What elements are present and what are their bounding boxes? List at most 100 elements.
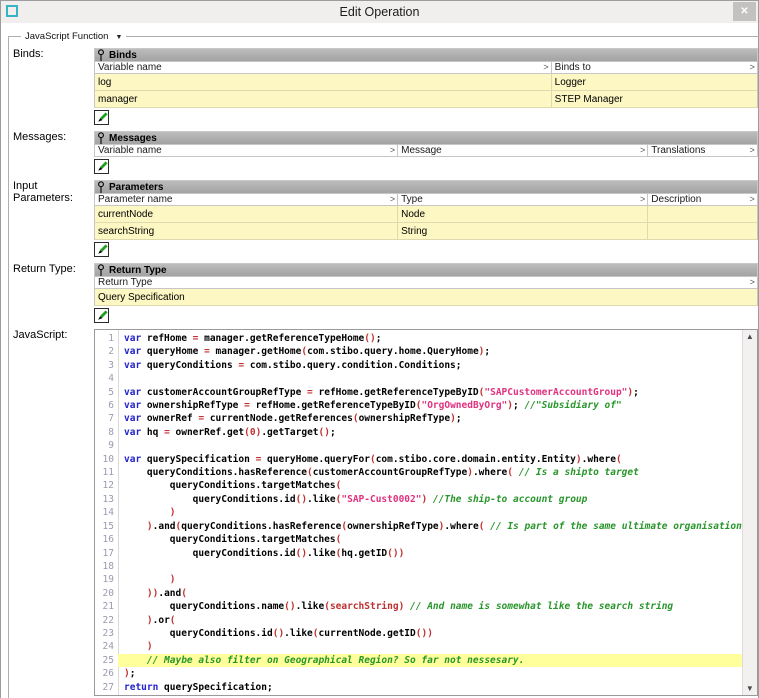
column-header-variable-name[interactable]: Variable name > [95, 145, 398, 156]
table-cell[interactable]: String [398, 223, 648, 239]
code-line-text: queryConditions.targetMatches( [118, 479, 742, 492]
table-cell[interactable]: log [95, 74, 552, 90]
input-parameters-table: ParametersParameter name>Type>Descriptio… [94, 180, 758, 257]
scrollbar-down-icon[interactable]: ▼ [746, 682, 754, 695]
column-header-label: Variable name [98, 145, 162, 156]
table-cell[interactable] [648, 206, 757, 222]
column-header-message[interactable]: Message> [398, 145, 648, 156]
code-line[interactable]: 7var ownerRef = currentNode.getReference… [95, 412, 742, 425]
column-header-binds-to[interactable]: Binds to> [552, 62, 757, 73]
code-editor[interactable]: 1var refHome = manager.getReferenceTypeH… [94, 329, 758, 696]
code-line[interactable]: 2var queryHome = manager.getHome(com.sti… [95, 345, 742, 358]
binds-edit-button[interactable] [94, 110, 109, 125]
code-line[interactable]: 1var refHome = manager.getReferenceTypeH… [95, 332, 742, 345]
line-number: 11 [95, 466, 118, 479]
code-line[interactable]: 8var hq = ownerRef.get(0).getTarget(); [95, 426, 742, 439]
code-area[interactable]: 1var refHome = manager.getReferenceTypeH… [95, 330, 742, 695]
sort-icon: > [750, 195, 755, 204]
line-number: 1 [95, 332, 118, 345]
column-header-type[interactable]: Type> [398, 194, 648, 205]
input-parameters-edit-button[interactable] [94, 242, 109, 257]
column-header-variable-name[interactable]: Variable name> [95, 62, 552, 73]
scrollbar-up-icon[interactable]: ▲ [746, 330, 754, 343]
table-cell[interactable]: Logger [552, 74, 757, 90]
table-header-title: Binds [109, 50, 137, 61]
line-number: 17 [95, 547, 118, 560]
code-line-text: ) [118, 573, 742, 586]
code-line-text: var queryHome = manager.getHome(com.stib… [118, 345, 742, 358]
table-row[interactable]: searchStringString [94, 223, 758, 240]
form-row-messages: Messages:MessagesVariable name>Message>T… [13, 131, 758, 174]
code-line[interactable]: 23 queryConditions.id().like(currentNode… [95, 627, 742, 640]
sort-icon: > [390, 146, 395, 155]
code-line[interactable]: 27return querySpecification; [95, 681, 742, 694]
table-row[interactable]: Query Specification [94, 289, 758, 306]
code-line[interactable]: 13 queryConditions.id().like("SAP-Cust00… [95, 493, 742, 506]
pin-icon [97, 181, 105, 193]
line-number: 24 [95, 640, 118, 653]
table-cell[interactable]: currentNode [95, 206, 398, 222]
form-sections: Binds:BindsVariable name>Binds to>logLog… [13, 48, 758, 323]
messages-label: Messages: [13, 131, 94, 174]
vertical-scrollbar[interactable]: ▲ ▼ [742, 330, 757, 695]
line-number: 7 [95, 412, 118, 425]
table-cell[interactable]: STEP Manager [552, 91, 757, 107]
code-line[interactable]: 19 ) [95, 573, 742, 586]
code-line-text [118, 560, 742, 573]
code-line[interactable]: 12 queryConditions.targetMatches( [95, 479, 742, 492]
sort-icon: > [390, 195, 395, 204]
code-line-text: queryConditions.id().like(currentNode.ge… [118, 627, 742, 640]
table-cell[interactable] [648, 223, 757, 239]
code-line[interactable]: 22 ).or( [95, 614, 742, 627]
table-row[interactable]: logLogger [94, 74, 758, 91]
code-line[interactable]: 14 ) [95, 506, 742, 519]
line-number: 25 [95, 654, 118, 667]
code-line[interactable]: 5var customerAccountGroupRefType = refHo… [95, 386, 742, 399]
code-line[interactable]: 17 queryConditions.id().like(hq.getID()) [95, 547, 742, 560]
column-header-parameter-name[interactable]: Parameter name> [95, 194, 398, 205]
dialog-title: Edit Operation [1, 5, 758, 19]
close-button[interactable]: ✕ [733, 2, 756, 21]
dialog-body: JavaScript Function▼ Binds:BindsVariable… [1, 23, 758, 698]
code-line[interactable]: 15 ).and(queryConditions.hasReference(ow… [95, 520, 742, 533]
messages-table: MessagesVariable name>Message>Translatio… [94, 131, 758, 174]
return-type-edit-button[interactable] [94, 308, 109, 323]
code-line[interactable]: 21 queryConditions.name().like(searchStr… [95, 600, 742, 613]
messages-edit-button[interactable] [94, 159, 109, 174]
line-number: 16 [95, 533, 118, 546]
code-line[interactable]: 26); [95, 667, 742, 680]
table-cell[interactable]: Node [398, 206, 648, 222]
column-header-translations[interactable]: Translations> [648, 145, 757, 156]
line-number: 9 [95, 439, 118, 452]
javascript-label: JavaScript: [13, 329, 94, 696]
table-cell[interactable]: Query Specification [95, 289, 757, 305]
line-number: 10 [95, 453, 118, 466]
code-line[interactable]: 24 ) [95, 640, 742, 653]
code-line-text [118, 372, 742, 385]
code-line[interactable]: 10var querySpecification = queryHome.que… [95, 453, 742, 466]
line-number: 22 [95, 614, 118, 627]
code-line[interactable]: 6var ownershipRefType = refHome.getRefer… [95, 399, 742, 412]
code-line[interactable]: 16 queryConditions.targetMatches( [95, 533, 742, 546]
table-row[interactable]: managerSTEP Manager [94, 91, 758, 108]
code-line[interactable]: 3var queryConditions = com.stibo.query.c… [95, 359, 742, 372]
code-line[interactable]: 18 [95, 560, 742, 573]
code-line[interactable]: 9 [95, 439, 742, 452]
table-header-title: Parameters [109, 182, 163, 193]
code-line[interactable]: 11 queryConditions.hasReference(customer… [95, 466, 742, 479]
table-cell[interactable]: searchString [95, 223, 398, 239]
column-header-return-type[interactable]: Return Type> [95, 277, 757, 288]
groupbox-legend[interactable]: JavaScript Function▼ [21, 31, 126, 42]
table-row[interactable]: currentNodeNode [94, 206, 758, 223]
line-number: 14 [95, 506, 118, 519]
code-line-text: var queryConditions = com.stibo.query.co… [118, 359, 742, 372]
code-line-text: ).and(queryConditions.hasReference(owner… [118, 520, 742, 533]
table-cell[interactable]: manager [95, 91, 552, 107]
code-line[interactable]: 20 )).and( [95, 587, 742, 600]
edit-pencil-icon [96, 310, 108, 322]
code-line-text: queryConditions.id().like("SAP-Cust0002"… [118, 493, 742, 506]
code-line[interactable]: 25 // Maybe also filter on Geographical … [95, 654, 742, 667]
code-line[interactable]: 4 [95, 372, 742, 385]
column-header-description[interactable]: Description> [648, 194, 757, 205]
code-line-text: var customerAccountGroupRefType = refHom… [118, 386, 742, 399]
